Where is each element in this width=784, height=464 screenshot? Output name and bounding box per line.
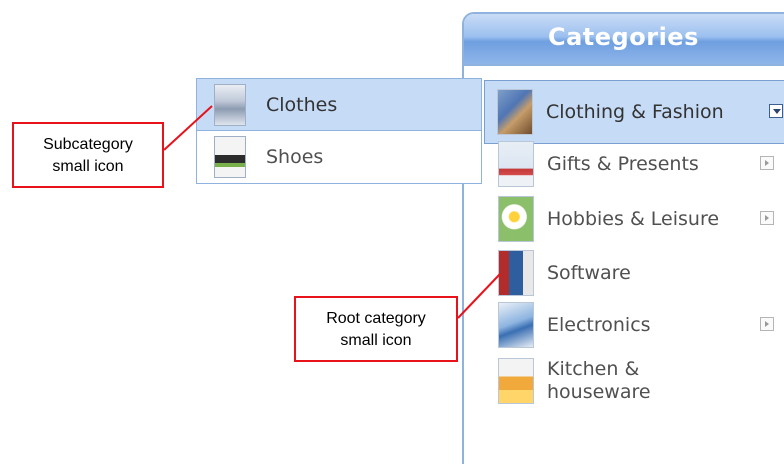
category-item-clothing-fashion[interactable]: Clothing & Fashion [484, 80, 784, 144]
chevron-right-icon[interactable] [760, 211, 774, 225]
category-item-electronics[interactable]: Electronics [498, 302, 784, 348]
subcategory-label: Clothes [266, 93, 338, 116]
chevron-right-icon[interactable] [760, 317, 774, 331]
callout-text-line: small icon [340, 332, 412, 349]
shoes-thumbnail-icon [214, 135, 246, 178]
electronics-thumbnail-icon [498, 302, 534, 348]
subcategory-icon-callout: Subcategory small icon [12, 122, 164, 188]
category-label: Hobbies & Leisure [547, 207, 720, 230]
gifts-thumbnail-icon [498, 141, 534, 187]
kitchen-thumbnail-icon [498, 358, 534, 404]
callout-text-line: small icon [52, 158, 124, 175]
subcategory-item-shoes[interactable]: Shoes [197, 131, 481, 182]
category-label: Electronics [547, 313, 651, 336]
category-item-hobbies-leisure[interactable]: Hobbies & Leisure [498, 192, 784, 246]
category-label: Clothing & Fashion [546, 100, 724, 123]
category-label: Software [547, 261, 631, 284]
callout-text-line: Subcategory [43, 136, 133, 153]
subcategory-item-clothes[interactable]: Clothes [197, 79, 481, 131]
categories-header: Categories [464, 14, 784, 66]
category-label: Kitchen & houseware [547, 358, 651, 403]
category-item-software[interactable]: Software [498, 250, 784, 296]
chevron-down-icon[interactable] [769, 104, 783, 118]
clothes-thumbnail-icon [214, 83, 246, 126]
software-thumbnail-icon [498, 250, 534, 296]
fashion-thumbnail-icon [497, 89, 533, 135]
category-item-gifts-presents[interactable]: Gifts & Presents [498, 141, 784, 187]
root-category-icon-callout: Root category small icon [294, 296, 458, 362]
category-item-kitchen-houseware[interactable]: Kitchen & houseware [498, 354, 784, 408]
chevron-right-icon[interactable] [760, 156, 774, 170]
hobbies-thumbnail-icon [498, 196, 534, 242]
subcategory-panel: Clothes Shoes [196, 78, 482, 184]
callout-text-line: Root category [326, 310, 426, 327]
subcategory-label: Shoes [266, 145, 324, 168]
category-label: Gifts & Presents [547, 152, 699, 175]
